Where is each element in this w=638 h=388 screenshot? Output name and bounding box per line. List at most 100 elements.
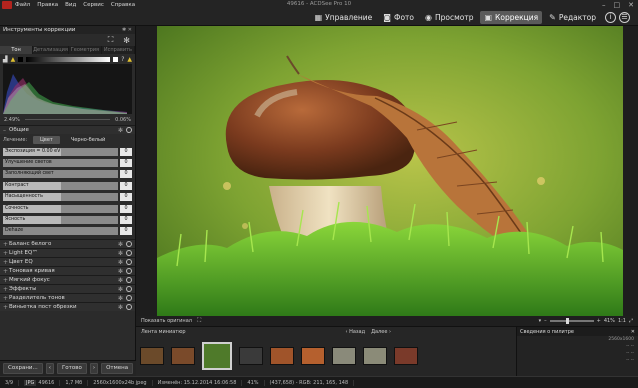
thumbnail[interactable]	[363, 347, 387, 365]
slider-value-input[interactable]: 0	[120, 159, 132, 168]
slider-track[interactable]: Заполняющий свет	[3, 170, 118, 179]
back-button[interactable]: ‹ Назад	[345, 329, 365, 335]
thumbnail[interactable]	[332, 347, 356, 365]
slider-value-input[interactable]: 0	[120, 216, 132, 225]
slider-track[interactable]: Улучшение светов	[3, 159, 118, 168]
gear-icon[interactable]: ✻	[118, 250, 123, 257]
gear-icon[interactable]: ✻	[118, 286, 123, 293]
slider-track[interactable]: Ясность	[3, 216, 118, 225]
slider-track[interactable]: Экспозиция = 0.00 eV	[3, 147, 118, 156]
tab-tone[interactable]: Тон	[0, 46, 34, 54]
slider-value-input[interactable]: 0	[120, 181, 132, 190]
mode-button-2[interactable]: ◉ Просмотр	[421, 11, 477, 24]
actual-size-icon[interactable]: 1:1	[618, 318, 626, 324]
color-mode-button[interactable]: Цвет	[33, 136, 60, 144]
reset-icon[interactable]	[126, 295, 132, 301]
thumbnail[interactable]	[140, 347, 164, 365]
black-swatch[interactable]	[18, 56, 24, 62]
next-button[interactable]: Далее ›	[371, 329, 391, 335]
mode-button-3[interactable]: ▣ Коррекция	[480, 11, 543, 24]
section-5[interactable]: + Эффекты ✻	[0, 284, 135, 293]
adjust-slider[interactable]: Ясность 0	[0, 214, 135, 225]
adjust-slider[interactable]: Dehaze 0	[0, 226, 135, 237]
photo-canvas[interactable]	[157, 26, 623, 316]
section-6[interactable]: + Разделитель тонов ✻	[0, 293, 135, 302]
chevron-left-icon[interactable]: ‹	[45, 363, 54, 374]
gear-icon[interactable]: ✻	[118, 268, 123, 275]
reset-icon[interactable]	[126, 259, 132, 265]
info-icon[interactable]: i	[605, 12, 616, 23]
maximize-icon[interactable]: □	[614, 1, 621, 9]
gear-icon[interactable]: ✻	[118, 259, 123, 266]
done-button[interactable]: Готово	[56, 363, 87, 374]
reset-icon[interactable]	[126, 250, 132, 256]
clip-warning-icon[interactable]: ▲	[127, 56, 132, 63]
slider-value-input[interactable]: 0	[120, 147, 132, 156]
thumbnail[interactable]	[394, 347, 418, 365]
adjust-slider[interactable]: Улучшение светов 0	[0, 157, 135, 168]
save-button[interactable]: Сохрани...	[3, 363, 43, 374]
section-general[interactable]: – Общие ✻	[0, 125, 135, 134]
tab-geometry[interactable]: Геометрия	[69, 46, 102, 54]
chevron-right-icon[interactable]: ›	[89, 363, 99, 374]
reset-icon[interactable]	[126, 268, 132, 274]
thumbnail[interactable]	[239, 347, 263, 365]
mode-button-4[interactable]: ✎ Редактор	[545, 11, 600, 24]
section-4[interactable]: + Мягкий фокус ✻	[0, 275, 135, 284]
slider-track[interactable]: Сочность	[3, 204, 118, 213]
show-original-button[interactable]: Показать оригинал	[141, 318, 192, 324]
adjust-slider[interactable]: Контраст 0	[0, 180, 135, 191]
section-2[interactable]: + Цвет EQ ✻	[0, 257, 135, 266]
reset-icon[interactable]	[126, 241, 132, 247]
close-icon[interactable]: ✕	[628, 1, 634, 9]
section-3[interactable]: + Тоновая кривая ✻	[0, 266, 135, 275]
mode-button-1[interactable]: ◙ Фото	[379, 11, 418, 24]
gear-icon[interactable]: ✻	[118, 241, 123, 248]
slider-value-input[interactable]: 0	[120, 204, 132, 213]
slider-track[interactable]: Dehaze	[3, 227, 118, 236]
zoom-knob[interactable]	[565, 318, 569, 324]
white-swatch[interactable]	[113, 56, 119, 62]
mode-button-0[interactable]: ▦ Управление	[311, 11, 377, 24]
section-1[interactable]: + Light EQ™ ✻	[0, 248, 135, 257]
close-icon[interactable]: ✕	[631, 329, 635, 335]
adjust-slider[interactable]: Сочность 0	[0, 203, 135, 214]
adjust-slider[interactable]: Насыщенность 0	[0, 192, 135, 203]
slider-value-input[interactable]: 0	[120, 170, 132, 179]
fit-icon[interactable]: ⛶	[197, 317, 201, 325]
section-0[interactable]: + Баланс белого ✻	[0, 239, 135, 248]
tab-repair[interactable]: Исправить	[102, 46, 135, 54]
crop-tool-icon[interactable]: ⛶	[108, 35, 114, 45]
reset-icon[interactable]	[126, 127, 132, 133]
pin-icon[interactable]: ✱ ✕	[122, 27, 132, 33]
reset-icon[interactable]	[126, 286, 132, 292]
slider-value-input[interactable]: 0	[120, 227, 132, 236]
adjust-slider[interactable]: Экспозиция = 0.00 eV 0	[0, 146, 135, 157]
zoom-out-icon[interactable]: –	[544, 318, 547, 324]
zoom-slider[interactable]	[549, 318, 594, 324]
warning-icon[interactable]: ▲	[11, 56, 16, 63]
slider-value-input[interactable]: 0	[120, 193, 132, 202]
reset-icon[interactable]	[126, 277, 132, 283]
gear-icon[interactable]: ✻	[118, 295, 123, 302]
thumbnail[interactable]	[202, 342, 232, 370]
zoom-in-icon[interactable]: +	[597, 318, 601, 324]
gear-icon[interactable]: ✻	[123, 36, 130, 45]
section-7[interactable]: + Виньетка пост обрезки ✻	[0, 302, 135, 311]
histogram-icon[interactable]: ▟	[3, 56, 8, 63]
slider-track[interactable]: Контраст	[3, 181, 118, 190]
thumbnail[interactable]	[270, 347, 294, 365]
cancel-button[interactable]: Отмена	[101, 363, 134, 374]
thumbnail[interactable]	[171, 347, 195, 365]
minimize-icon[interactable]: –	[602, 1, 606, 9]
reset-icon[interactable]	[126, 304, 132, 310]
help-icon[interactable]: ?	[121, 56, 124, 63]
zoom-menu-icon[interactable]: ▾	[539, 318, 542, 324]
expand-icon[interactable]: ⤢	[629, 318, 633, 324]
adjust-slider[interactable]: Заполняющий свет 0	[0, 169, 135, 180]
thumbnail[interactable]	[301, 347, 325, 365]
grayscale-mode-button[interactable]: Черно-белый	[64, 136, 112, 144]
settings-icon[interactable]: ☰	[619, 12, 630, 23]
gear-icon[interactable]: ✻	[118, 304, 123, 311]
gear-icon[interactable]: ✻	[118, 127, 123, 134]
